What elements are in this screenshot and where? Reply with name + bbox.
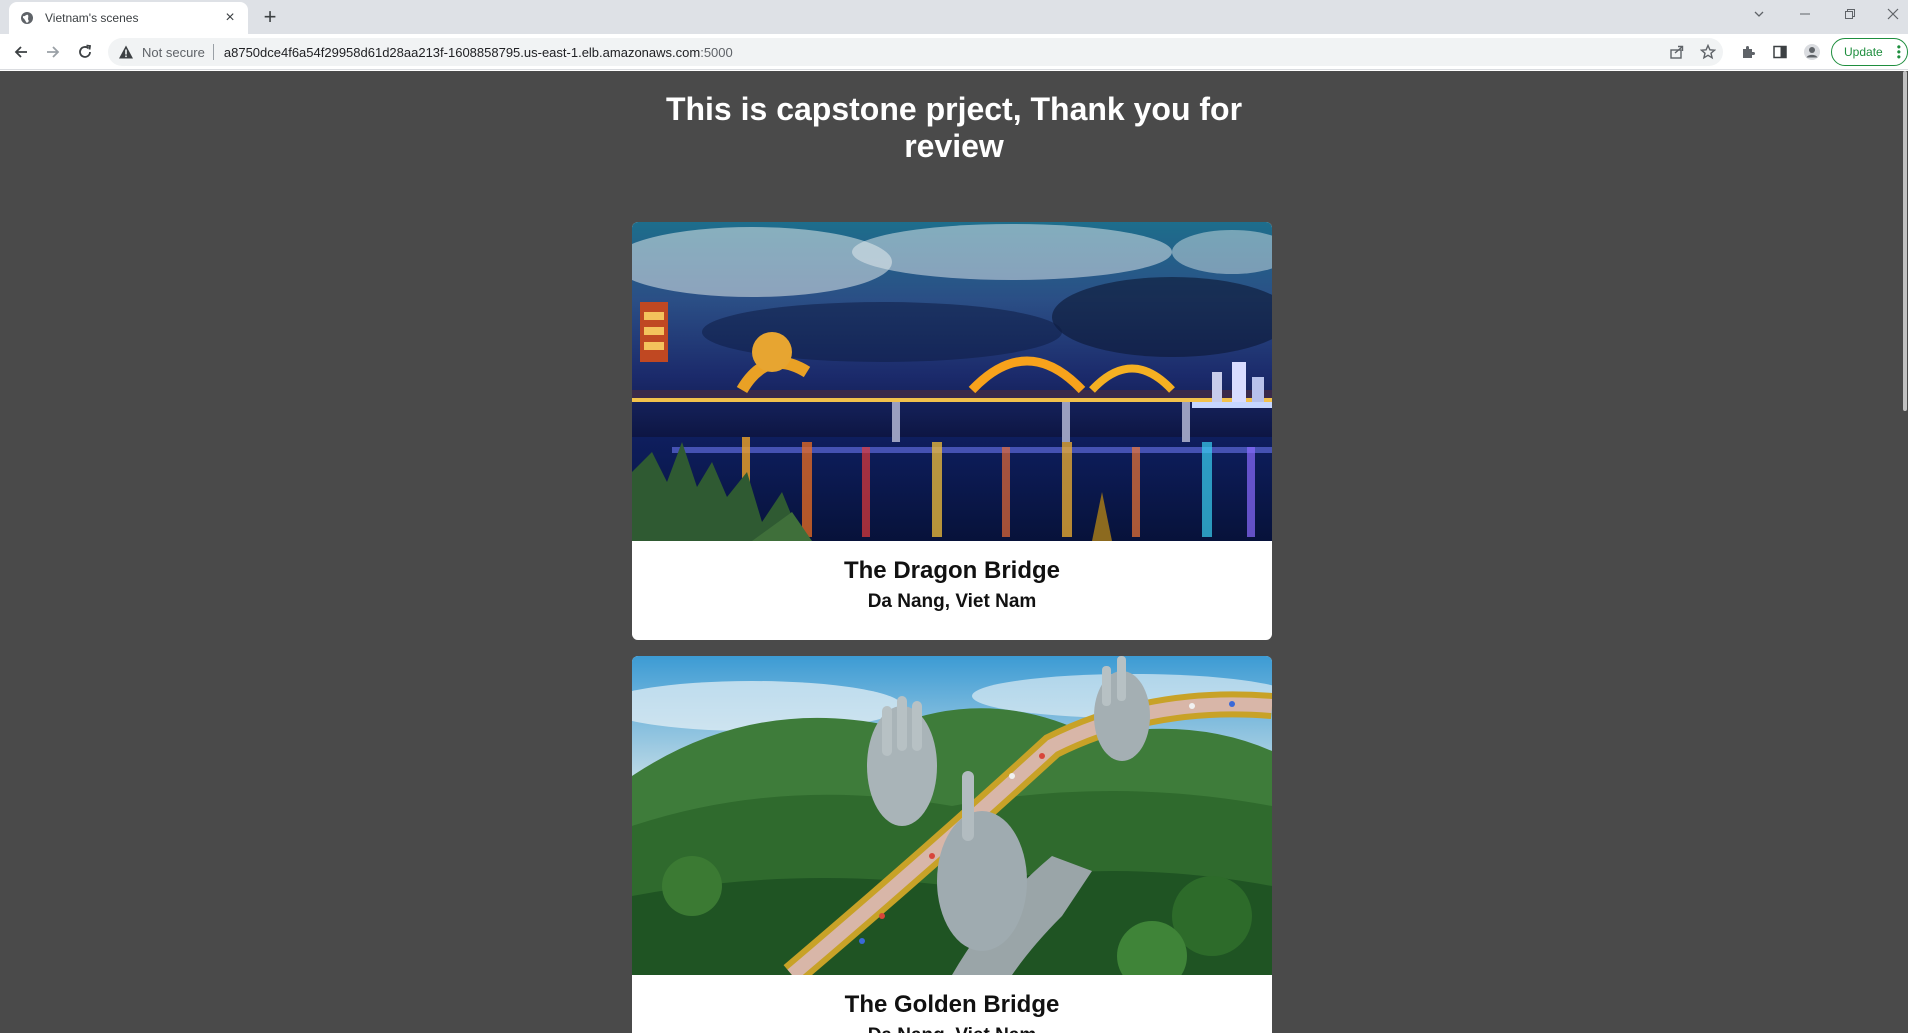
golden-bridge-photo [632, 656, 1272, 975]
minimize-icon[interactable] [1790, 4, 1820, 28]
share-icon[interactable] [1666, 41, 1688, 63]
dragon-bridge-photo [632, 222, 1272, 541]
extensions-puzzle-icon[interactable] [1737, 41, 1759, 63]
bookmark-star-icon[interactable] [1697, 41, 1719, 63]
reload-icon[interactable] [73, 40, 97, 64]
scene-card: The Dragon Bridge Da Nang, Viet Nam [632, 222, 1272, 640]
browser-toolbar: Not secure a8750dce4f6a54f29958d61d28aa2… [0, 34, 1908, 70]
page-viewport: This is capstone prject, Thank you for r… [0, 71, 1908, 1033]
new-tab-button[interactable]: + [258, 6, 282, 30]
page-title: This is capstone prject, Thank you for r… [0, 91, 1908, 165]
page-scrollbar[interactable] [1902, 71, 1908, 1033]
scrollbar-thumb[interactable] [1903, 71, 1907, 411]
close-window-icon[interactable] [1878, 4, 1908, 28]
update-button[interactable]: Update • • • [1831, 38, 1908, 66]
tab-search-icon[interactable] [1744, 4, 1774, 28]
tab-close-icon[interactable]: × [222, 10, 238, 26]
address-bar[interactable]: Not secure a8750dce4f6a54f29958d61d28aa2… [108, 38, 1723, 66]
not-secure-label[interactable]: Not secure [142, 45, 205, 60]
more-menu-icon[interactable]: • • • [1897, 41, 1901, 63]
url-text[interactable]: a8750dce4f6a54f29958d61d28aa213f-1608858… [224, 45, 733, 60]
tab-title: Vietnam's scenes [45, 11, 139, 25]
omnibox-divider [212, 44, 214, 60]
url-host: a8750dce4f6a54f29958d61d28aa213f-1608858… [223, 44, 701, 60]
page-title-text: This is capstone prject, Thank you for r… [665, 91, 1243, 164]
card-name: The Dragon Bridge [843, 557, 1060, 584]
profile-avatar-icon[interactable] [1801, 41, 1823, 63]
restore-icon[interactable] [1835, 4, 1865, 28]
card-name: The Golden Bridge [844, 991, 1060, 1018]
card-location: Da Nang, Viet Nam [632, 1025, 1272, 1033]
url-port: :5000 [700, 44, 733, 60]
scene-card: The Golden Bridge Da Nang, Viet Nam [632, 656, 1272, 1033]
back-arrow-icon[interactable] [9, 40, 33, 64]
side-panel-icon[interactable] [1769, 41, 1791, 63]
card-location: Da Nang, Viet Nam [867, 591, 1037, 612]
browser-tab[interactable]: Vietnam's scenes × [9, 2, 248, 34]
update-label: Update [1844, 45, 1883, 59]
globe-icon [19, 10, 35, 26]
warning-triangle-icon[interactable] [118, 44, 134, 60]
tab-strip: Vietnam's scenes × + [0, 0, 1908, 34]
forward-arrow-icon[interactable] [41, 40, 65, 64]
